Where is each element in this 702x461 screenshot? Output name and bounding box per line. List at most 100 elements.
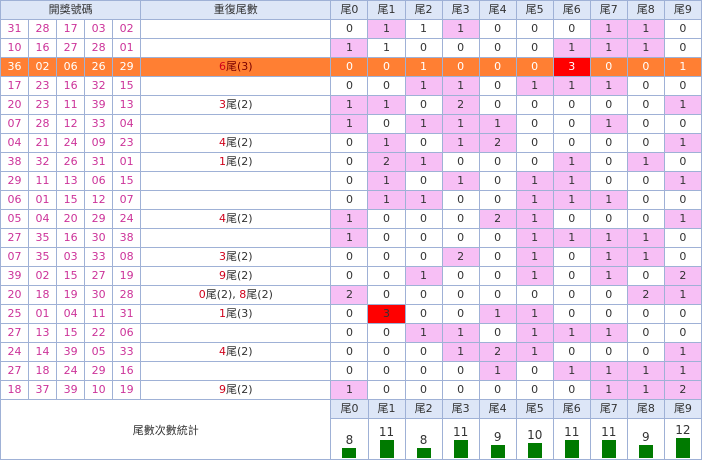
repeat-tail-cell xyxy=(140,323,332,343)
tail-count-cell: 1 xyxy=(515,190,554,210)
tail-count-cell: 1 xyxy=(589,114,628,134)
drawn-number: 04 xyxy=(28,209,58,229)
tail-count-cell: 0 xyxy=(367,247,406,267)
tail-total-value: 11 xyxy=(452,425,469,439)
tail-count-cell: 0 xyxy=(367,342,406,362)
tail-count-cell: 0 xyxy=(515,19,554,39)
table-row: 10 16 27 28 01 1 1 0 0 0 0 1 1 1 0 xyxy=(0,38,702,58)
tail-count-cell: 2 xyxy=(367,152,406,172)
summary-tail-label: 尾3 xyxy=(441,399,480,419)
drawn-number: 38 xyxy=(0,152,30,172)
tail-count-cell: 0 xyxy=(626,171,665,191)
tail-count-cell: 0 xyxy=(441,304,480,324)
drawn-number: 18 xyxy=(0,380,30,400)
table-row: 29 11 13 06 15 0 1 0 1 0 1 1 0 0 1 xyxy=(0,171,702,191)
tail-count-cell: 0 xyxy=(478,285,517,305)
tail-total: 11 xyxy=(552,418,591,460)
tail-count-cell: 1 xyxy=(441,19,480,39)
tail-count-cell: 0 xyxy=(367,114,406,134)
drawn-number: 18 xyxy=(28,361,58,381)
drawn-number: 19 xyxy=(112,266,142,286)
tail-count-cell: 0 xyxy=(330,133,369,153)
drawn-number: 01 xyxy=(112,38,142,58)
drawn-number: 24 xyxy=(112,209,142,229)
drawn-number: 28 xyxy=(28,114,58,134)
repeat-tail-cell xyxy=(140,228,332,248)
drawn-number: 24 xyxy=(56,133,86,153)
tail-count-cell: 0 xyxy=(515,95,554,115)
drawn-number: 02 xyxy=(28,266,58,286)
tail-count-cell: 1 xyxy=(663,209,702,229)
tail-count-cell: 1 xyxy=(626,38,665,58)
drawn-number: 16 xyxy=(112,361,142,381)
drawn-number: 12 xyxy=(84,190,114,210)
repeat-tail-cell: 3尾(2) xyxy=(140,247,332,267)
tail-count-cell: 0 xyxy=(663,228,702,248)
tail-count-cell: 0 xyxy=(626,95,665,115)
tail-count-cell: 0 xyxy=(626,209,665,229)
tail-count-cell: 0 xyxy=(515,38,554,58)
table-row: 39 02 15 27 19 9尾(2) 0 0 1 0 0 1 0 1 0 2 xyxy=(0,266,702,286)
tail-count-cell: 1 xyxy=(441,342,480,362)
drawn-number: 29 xyxy=(112,57,142,77)
tail-count-cell: 1 xyxy=(367,38,406,58)
tail-count-cell: 1 xyxy=(367,95,406,115)
tail-total: 8 xyxy=(404,418,443,460)
tail-count-cell: 1 xyxy=(589,228,628,248)
drawn-number: 12 xyxy=(56,114,86,134)
tail-count-cell: 0 xyxy=(626,133,665,153)
table-row: 05 04 20 29 24 4尾(2) 1 0 0 0 2 1 0 0 0 1 xyxy=(0,209,702,229)
tail-total-bar xyxy=(379,440,394,458)
tail-count-cell: 0 xyxy=(515,285,554,305)
table-header: 開獎號碼 重復尾數 尾0 尾1 尾2 尾3 尾4 尾5 尾6 尾7 尾8 尾9 xyxy=(0,0,702,20)
table-row: 24 14 39 05 33 4尾(2) 0 0 0 1 2 1 0 0 0 1 xyxy=(0,342,702,362)
tail-count-cell: 1 xyxy=(478,114,517,134)
tail-count-cell: 0 xyxy=(589,171,628,191)
tail-count-cell: 0 xyxy=(404,38,443,58)
table-row: 07 35 03 33 08 3尾(2) 0 0 0 2 0 1 0 1 1 0 xyxy=(0,247,702,267)
drawn-number: 13 xyxy=(28,323,58,343)
drawn-number: 06 xyxy=(84,171,114,191)
tail-count-cell: 0 xyxy=(404,133,443,153)
tail-count-cell: 1 xyxy=(515,171,554,191)
tail-count-cell: 0 xyxy=(552,342,591,362)
tail-count-cell: 0 xyxy=(441,285,480,305)
tail-count-cell: 2 xyxy=(478,342,517,362)
tail-count-cell: 0 xyxy=(441,57,480,77)
tail-header-8: 尾8 xyxy=(626,0,665,20)
tail-count-cell: 1 xyxy=(441,133,480,153)
tail-count-cell: 1 xyxy=(367,190,406,210)
repeat-tail-cell: 3尾(2) xyxy=(140,95,332,115)
table-row: 36 02 06 26 29 6尾(3) 0 0 1 0 0 0 3 0 0 1 xyxy=(0,57,702,77)
table-row: 27 13 15 22 06 0 0 1 1 0 1 1 1 0 0 xyxy=(0,323,702,343)
tail-count-cell: 1 xyxy=(552,190,591,210)
tail-count-cell: 0 xyxy=(552,380,591,400)
tail-count-cell: 1 xyxy=(663,171,702,191)
tail-count-cell: 1 xyxy=(589,380,628,400)
repeat-tail-cell xyxy=(140,76,332,96)
tail-count-cell: 1 xyxy=(626,152,665,172)
tail-total: 11 xyxy=(441,418,480,460)
tail-count-cell: 1 xyxy=(589,190,628,210)
tail-count-cell: 1 xyxy=(515,323,554,343)
drawn-number: 16 xyxy=(28,38,58,58)
tail-total-value: 8 xyxy=(345,433,354,447)
tail-count-cell: 1 xyxy=(589,76,628,96)
repeat-tail-cell: 1尾(3) xyxy=(140,304,332,324)
summary-tail-label: 尾5 xyxy=(515,399,554,419)
drawn-number: 07 xyxy=(0,247,30,267)
drawn-number: 27 xyxy=(84,266,114,286)
tail-count-cell: 1 xyxy=(663,285,702,305)
tail-count-cell: 1 xyxy=(589,361,628,381)
drawn-number: 35 xyxy=(28,247,58,267)
drawn-number: 31 xyxy=(112,304,142,324)
repeat-tail-cell: 4尾(2) xyxy=(140,342,332,362)
tail-count-cell: 1 xyxy=(404,323,443,343)
drawn-number: 33 xyxy=(112,342,142,362)
tail-count-cell: 0 xyxy=(552,95,591,115)
tail-count-cell: 0 xyxy=(404,380,443,400)
table-row: 31 28 17 03 02 0 1 1 1 0 0 0 1 1 0 xyxy=(0,19,702,39)
tail-count-cell: 0 xyxy=(515,133,554,153)
tail-count-cell: 1 xyxy=(441,114,480,134)
drawn-number: 15 xyxy=(56,190,86,210)
